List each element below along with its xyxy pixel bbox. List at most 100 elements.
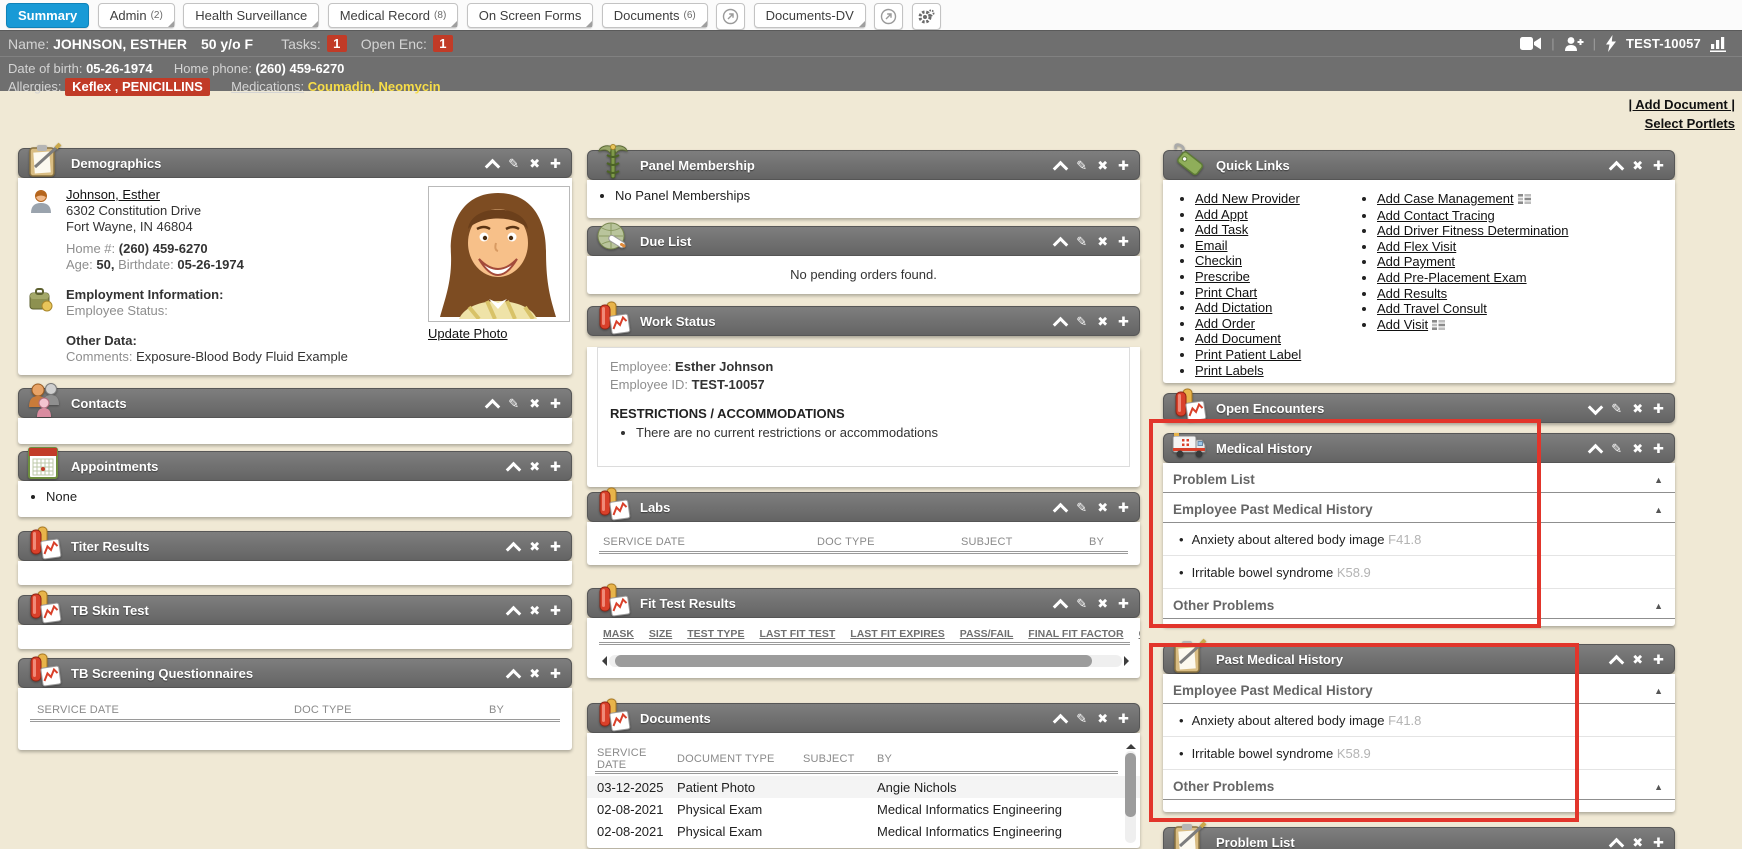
link-add-dictation[interactable]: Add Dictation: [1195, 300, 1272, 315]
link-checkin[interactable]: Checkin: [1195, 253, 1242, 268]
close-icon[interactable]: ✖: [529, 665, 540, 683]
move-icon[interactable]: ✚: [550, 458, 561, 476]
table-row[interactable]: 02-08-2021 Physical Exam Medical Informa…: [587, 798, 1140, 820]
close-icon[interactable]: ✖: [1097, 499, 1108, 517]
close-icon[interactable]: ✖: [529, 155, 540, 173]
collapse-icon[interactable]: [1609, 654, 1625, 670]
move-icon[interactable]: ✚: [1653, 834, 1664, 849]
tab-health-surveillance[interactable]: Health Surveillance: [183, 3, 319, 28]
collapse-icon[interactable]: [1053, 713, 1069, 729]
section-other-problems[interactable]: Other Problems▲: [1163, 589, 1675, 619]
section-problem-list[interactable]: Problem List▲: [1163, 463, 1675, 493]
tab-medical-record[interactable]: Medical Record(8): [328, 3, 459, 28]
collapse-icon[interactable]: [1609, 160, 1625, 176]
col-last-fit-expires[interactable]: LAST FIT EXPIRES: [850, 628, 945, 640]
close-icon[interactable]: ✖: [1632, 651, 1643, 669]
collapse-icon[interactable]: [485, 158, 501, 174]
update-photo-link[interactable]: Update Photo: [428, 326, 508, 341]
edit-icon[interactable]: ✎: [1076, 595, 1087, 613]
add-document-link[interactable]: | Add Document |: [1629, 97, 1735, 112]
section-other-problems[interactable]: Other Problems▲: [1163, 770, 1675, 800]
scroll-right-arrow-icon[interactable]: [1124, 656, 1134, 666]
edit-icon[interactable]: ✎: [508, 395, 519, 413]
table-row[interactable]: 03-12-2025 Patient Photo Angie Nichols: [587, 776, 1140, 798]
move-icon[interactable]: ✚: [1653, 400, 1664, 418]
collapse-icon[interactable]: [1609, 837, 1625, 849]
link-add-visit[interactable]: Add Visit: [1377, 317, 1428, 332]
edit-icon[interactable]: ✎: [1611, 400, 1622, 418]
tab-documents-dv[interactable]: Documents-DV: [754, 3, 866, 28]
tab-admin[interactable]: Admin(2): [98, 3, 175, 28]
collapse-icon[interactable]: [1053, 160, 1069, 176]
col-size[interactable]: SIZE: [649, 628, 672, 640]
col-mask[interactable]: MASK: [603, 628, 634, 640]
link-add-flex-visit[interactable]: Add Flex Visit: [1377, 239, 1456, 254]
expand-icon[interactable]: [1588, 399, 1604, 415]
col-pass-fail[interactable]: PASS/FAIL: [960, 628, 1013, 640]
move-icon[interactable]: ✚: [550, 538, 561, 556]
move-icon[interactable]: ✚: [1653, 651, 1664, 669]
link-print-chart[interactable]: Print Chart: [1195, 285, 1257, 300]
horizontal-scrollbar[interactable]: [597, 653, 1134, 669]
collapse-triangle-icon[interactable]: ▲: [1654, 686, 1663, 696]
link-print-labels[interactable]: Print Labels: [1195, 363, 1264, 378]
collapse-icon[interactable]: [506, 605, 522, 621]
scrollbar-thumb[interactable]: [615, 655, 1092, 667]
scroll-up-arrow-icon[interactable]: [1126, 739, 1136, 749]
move-icon[interactable]: ✚: [1118, 710, 1129, 728]
collapse-triangle-icon[interactable]: ▲: [1654, 782, 1663, 792]
list-grid-icon[interactable]: [1432, 318, 1445, 334]
collapse-icon[interactable]: [1588, 443, 1604, 459]
move-icon[interactable]: ✚: [550, 665, 561, 683]
col-test-type[interactable]: TEST TYPE: [687, 628, 744, 640]
link-email[interactable]: Email: [1195, 238, 1228, 253]
patient-name-link[interactable]: Johnson, Esther: [66, 187, 160, 202]
move-icon[interactable]: ✚: [1118, 157, 1129, 175]
close-icon[interactable]: ✖: [1097, 710, 1108, 728]
list-grid-icon[interactable]: [1518, 192, 1531, 208]
collapse-icon[interactable]: [1053, 598, 1069, 614]
lightning-bolt-icon[interactable]: [1605, 35, 1617, 52]
edit-icon[interactable]: ✎: [1076, 313, 1087, 331]
move-icon[interactable]: ✚: [1653, 440, 1664, 458]
collapse-icon[interactable]: [506, 668, 522, 684]
link-add-travel-consult[interactable]: Add Travel Consult: [1377, 301, 1487, 316]
col-last-fit-test[interactable]: LAST FIT TEST: [759, 628, 835, 640]
link-add-order[interactable]: Add Order: [1195, 316, 1255, 331]
link-add-driver-fitness-determination[interactable]: Add Driver Fitness Determination: [1377, 223, 1568, 238]
close-icon[interactable]: ✖: [1097, 595, 1108, 613]
tab-settings-button[interactable]: [912, 3, 941, 30]
video-camera-icon[interactable]: [1520, 36, 1542, 51]
link-prescribe[interactable]: Prescribe: [1195, 269, 1250, 284]
collapse-icon[interactable]: [1053, 236, 1069, 252]
move-icon[interactable]: ✚: [1118, 499, 1129, 517]
link-add-pre-placement-exam[interactable]: Add Pre-Placement Exam: [1377, 270, 1527, 285]
close-icon[interactable]: ✖: [529, 458, 540, 476]
popout-documents-dv-button[interactable]: [874, 3, 903, 30]
move-icon[interactable]: ✚: [550, 395, 561, 413]
close-icon[interactable]: ✖: [1632, 400, 1643, 418]
person-add-icon[interactable]: [1564, 36, 1584, 52]
move-icon[interactable]: ✚: [1653, 157, 1664, 175]
close-icon[interactable]: ✖: [1632, 440, 1643, 458]
move-icon[interactable]: ✚: [550, 602, 561, 620]
edit-icon[interactable]: ✎: [1611, 440, 1622, 458]
link-add-results[interactable]: Add Results: [1377, 286, 1447, 301]
close-icon[interactable]: ✖: [1632, 834, 1643, 849]
collapse-icon[interactable]: [1053, 502, 1069, 518]
scroll-left-arrow-icon[interactable]: [597, 656, 607, 666]
link-add-case-management[interactable]: Add Case Management: [1377, 191, 1514, 206]
vertical-scrollbar[interactable]: [1124, 739, 1137, 843]
close-icon[interactable]: ✖: [529, 602, 540, 620]
edit-icon[interactable]: ✎: [1076, 157, 1087, 175]
collapse-triangle-icon[interactable]: ▲: [1654, 475, 1663, 485]
edit-icon[interactable]: ✎: [1076, 499, 1087, 517]
section-employee-past-medical-history[interactable]: Employee Past Medical History▲: [1163, 493, 1675, 523]
close-icon[interactable]: ✖: [1097, 313, 1108, 331]
move-icon[interactable]: ✚: [1118, 233, 1129, 251]
link-add-new-provider[interactable]: Add New Provider: [1195, 191, 1300, 206]
open-encounters-count-badge[interactable]: 1: [433, 35, 453, 52]
close-icon[interactable]: ✖: [1097, 157, 1108, 175]
tab-documents[interactable]: Documents(6): [602, 3, 708, 28]
tab-on-screen-forms[interactable]: On Screen Forms: [467, 3, 594, 28]
